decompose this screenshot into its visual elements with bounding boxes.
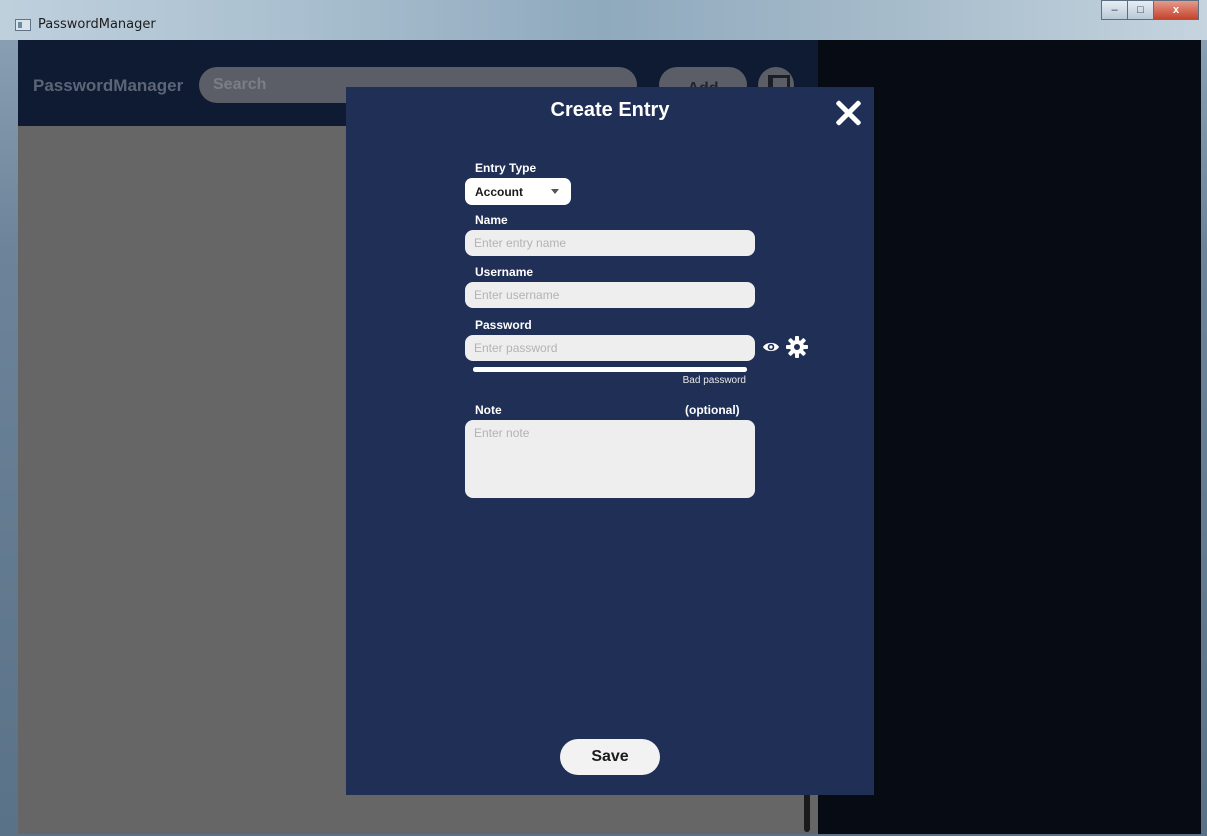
app-icon <box>15 19 31 31</box>
eye-icon[interactable] <box>762 341 780 353</box>
note-optional-label: (optional) <box>685 403 740 417</box>
password-strength-text: Bad password <box>682 375 746 386</box>
username-label: Username <box>475 265 534 279</box>
close-icon[interactable] <box>834 99 862 127</box>
list-scrollbar[interactable] <box>804 792 810 832</box>
window-titlebar[interactable]: PasswordManager – □ x <box>0 0 1207 40</box>
note-label: Note <box>475 403 502 417</box>
name-field[interactable] <box>465 230 755 256</box>
dialog-title: Create Entry <box>550 99 670 121</box>
entry-type-label: Entry Type <box>475 161 537 175</box>
maximize-button[interactable]: □ <box>1127 0 1154 20</box>
entry-type-select[interactable]: Account <box>465 178 571 205</box>
app-brand: PasswordManager <box>33 76 184 95</box>
chevron-down-icon <box>551 189 559 194</box>
entry-type-value: Account <box>475 185 523 199</box>
window-title: PasswordManager <box>38 17 156 32</box>
password-label: Password <box>475 318 532 332</box>
save-button[interactable]: Save <box>560 739 660 775</box>
minimize-button[interactable]: – <box>1101 0 1128 20</box>
password-field[interactable] <box>465 335 755 361</box>
window-controls: – □ x <box>1101 0 1199 20</box>
username-field[interactable] <box>465 282 755 308</box>
gear-icon[interactable] <box>786 336 808 358</box>
close-window-button[interactable]: x <box>1153 0 1199 20</box>
note-field[interactable] <box>465 420 755 498</box>
create-entry-dialog: Create Entry Entry Type Account Name Use… <box>346 87 874 795</box>
password-strength-fill <box>473 367 747 372</box>
password-strength-bar <box>473 367 747 372</box>
name-label: Name <box>475 213 508 227</box>
